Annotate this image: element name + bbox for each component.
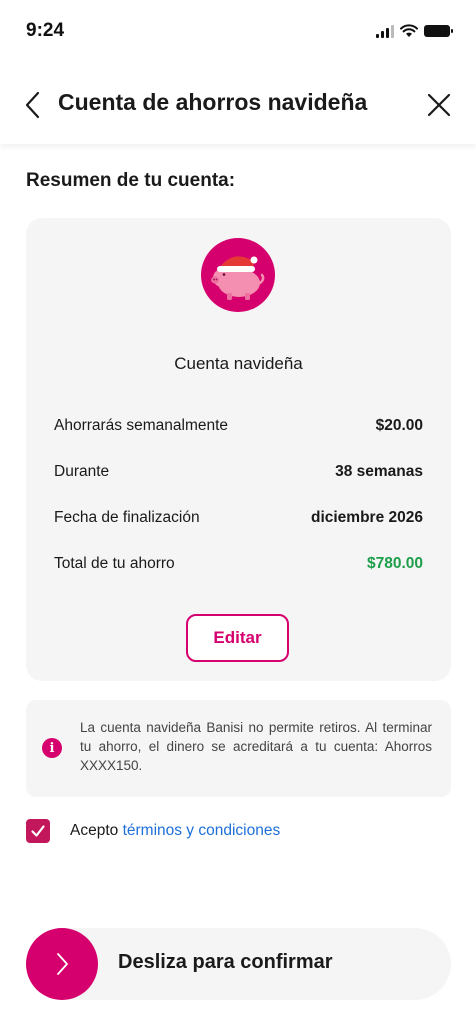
summary-row-end-date: Fecha de finalización diciembre 2026 — [54, 506, 423, 530]
info-notice: i La cuenta navideña Banisi no permite r… — [26, 700, 451, 797]
info-icon: i — [42, 738, 62, 758]
row-value: $20.00 — [375, 417, 423, 434]
wifi-icon — [400, 24, 418, 37]
terms-checkbox[interactable] — [26, 819, 50, 843]
terms-prefix: Acepto — [70, 822, 123, 839]
terms-text: Acepto términos y condiciones — [70, 822, 280, 840]
battery-icon — [424, 25, 453, 37]
summary-row-duration: Durante 38 semanas — [54, 460, 423, 484]
slider-label: Desliza para confirmar — [118, 951, 333, 973]
header: Cuenta de ahorros navideña — [0, 66, 476, 144]
close-icon — [427, 93, 451, 117]
status-time: 9:24 — [26, 20, 65, 41]
status-bar: 9:24 — [0, 0, 476, 64]
terms-link[interactable]: términos y condiciones — [123, 822, 281, 839]
terms-row: Acepto términos y condiciones — [26, 818, 280, 844]
row-value: 38 semanas — [335, 463, 423, 480]
account-name: Cuenta navideña — [174, 354, 303, 373]
signal-icon — [376, 24, 394, 38]
slider-handle[interactable] — [26, 928, 98, 1000]
info-text: La cuenta navideña Banisi no permite ret… — [80, 720, 432, 773]
chevron-left-icon — [25, 91, 40, 119]
close-button[interactable] — [426, 92, 452, 118]
piggy-bank-santa-hat-icon — [201, 238, 275, 312]
row-value: diciembre 2026 — [310, 509, 423, 526]
checkmark-icon — [31, 825, 45, 837]
section-title: Resumen de tu cuenta: — [26, 170, 236, 191]
row-label: Total de tu ahorro — [54, 555, 175, 572]
slide-to-confirm[interactable]: Desliza para confirmar — [26, 928, 451, 1000]
edit-button[interactable]: Editar — [186, 614, 289, 662]
row-label: Ahorrarás semanalmente — [54, 417, 229, 434]
total-value: $780.00 — [366, 555, 423, 572]
status-icons — [376, 24, 453, 38]
row-label: Fecha de finalización — [54, 509, 200, 526]
back-button[interactable] — [22, 90, 46, 120]
summary-row-total: Total de tu ahorro $780.00 — [54, 552, 423, 576]
chevron-right-icon — [57, 953, 68, 975]
summary-row-weekly: Ahorrarás semanalmente $20.00 — [54, 414, 423, 438]
account-summary-card: Cuenta navideña Ahorrarás semanalmente $… — [26, 218, 451, 681]
row-label: Durante — [54, 463, 110, 480]
page-title: Cuenta de ahorros navideña — [58, 89, 368, 115]
